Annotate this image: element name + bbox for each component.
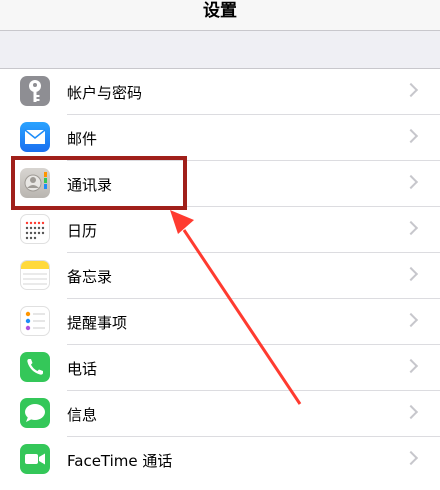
annotation-arrow	[170, 210, 302, 405]
